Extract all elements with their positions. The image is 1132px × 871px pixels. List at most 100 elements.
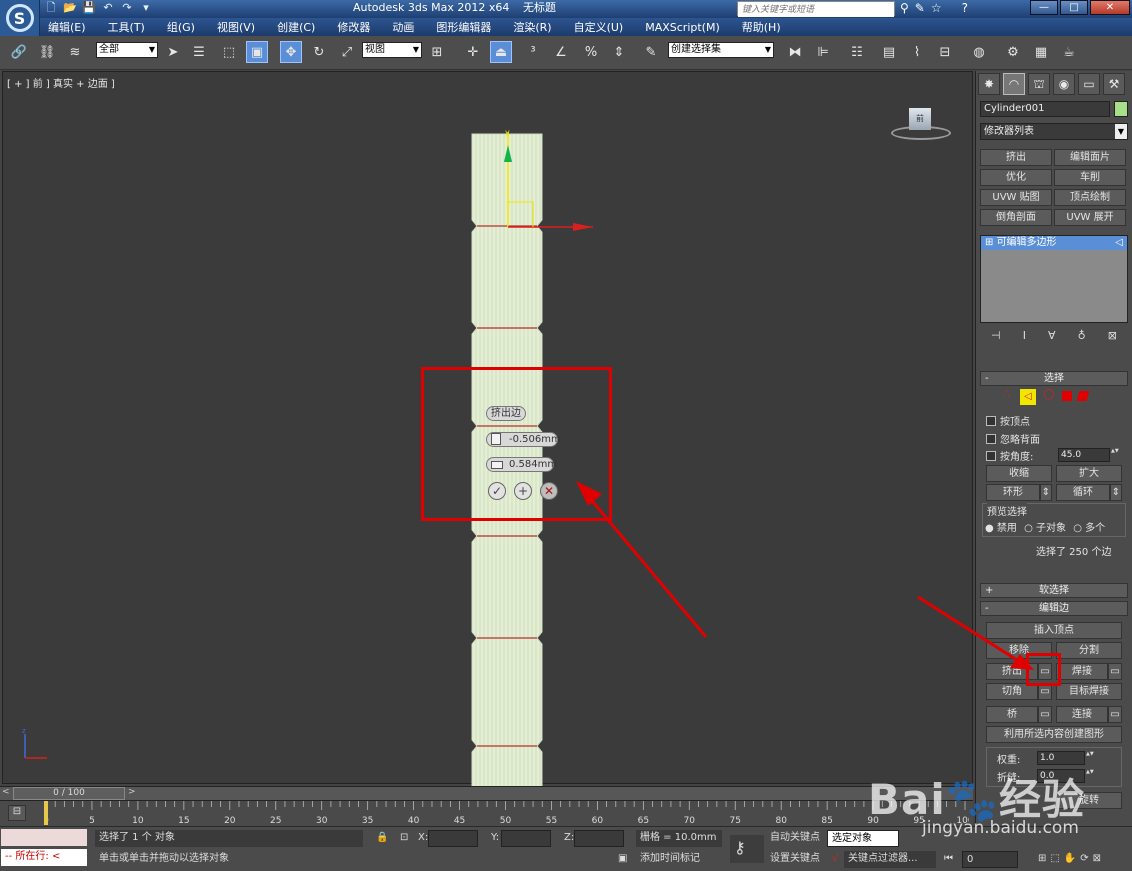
front-viewport[interactable]: [ + ] 前 ] 真实 + 边面 ] 前 y 挤出边 -0.506mm 0.5… (2, 71, 973, 792)
pin-stack-icon[interactable]: ⊣ (991, 329, 1001, 347)
menu-tools[interactable]: 工具(T) (108, 19, 145, 35)
keyboard-shortcut-icon[interactable]: ⏏ (490, 41, 512, 63)
menu-create[interactable]: 创建(C) (277, 19, 315, 35)
percent-snap-icon[interactable]: % (580, 41, 602, 63)
help-search-box[interactable] (737, 1, 895, 17)
track-bar[interactable]: ⊟ 05101520253035404550556065707580859095… (0, 800, 973, 826)
menu-rendering[interactable]: 渲染(R) (513, 19, 551, 35)
weld-settings-button[interactable]: ▭ (1108, 663, 1122, 680)
mirror-icon[interactable]: ⧓ (784, 41, 806, 63)
open-file-icon[interactable]: 📂 (63, 1, 77, 15)
z-coord-field[interactable] (574, 830, 624, 847)
ring-spinner[interactable]: ⇕ (1040, 484, 1052, 501)
preview-subobject-radio[interactable]: ○ 子对象 (1024, 523, 1066, 534)
stack-item-editable-poly[interactable]: ⊞ 可编辑多边形 ◁ (981, 236, 1127, 250)
configure-sets-icon[interactable]: ⊠ (1108, 329, 1117, 347)
redo-icon[interactable]: ↷ (120, 1, 134, 15)
scale-icon[interactable]: ⤢ (336, 41, 358, 63)
render-setup-icon[interactable]: ⚙ (1002, 41, 1024, 63)
loop-button[interactable]: 循环 (1056, 484, 1110, 501)
by-vertex-checkbox[interactable]: 按顶点 (986, 413, 1030, 428)
star-icon[interactable]: ☆ (931, 0, 942, 17)
current-frame-field[interactable]: 0 (962, 851, 1018, 868)
x-coord-field[interactable] (428, 830, 478, 847)
binoculars-icon[interactable]: ⚲ (900, 0, 909, 17)
time-slider-thumb[interactable]: 0 / 100 (13, 787, 125, 800)
select-object-icon[interactable]: ➤ (162, 41, 184, 63)
snap-3-icon[interactable]: ³ (522, 41, 544, 63)
quick-uvw-unwrap-button[interactable]: UVW 展开 (1054, 209, 1126, 226)
menu-group[interactable]: 组(G) (167, 19, 195, 35)
y-axis-arrow[interactable] (504, 145, 512, 162)
time-next-icon[interactable]: > (128, 787, 136, 797)
edit-named-selection-icon[interactable]: ✎ (640, 41, 662, 63)
split-button[interactable]: 分割 (1056, 642, 1122, 659)
viewcube-face[interactable]: 前 (909, 108, 931, 130)
running-line[interactable]: -- 所在行: < (1, 849, 87, 866)
create-shape-button[interactable]: 利用所选内容创建图形 (986, 726, 1122, 743)
close-button[interactable]: ✕ (1090, 0, 1130, 15)
target-weld-button[interactable]: 目标焊接 (1056, 683, 1122, 700)
menu-graph-editors[interactable]: 图形编辑器 (436, 19, 491, 35)
select-by-name-icon[interactable]: ☰ (188, 41, 210, 63)
quick-optimize-button[interactable]: 优化 (980, 169, 1052, 186)
preview-multi-radio[interactable]: ○ 多个 (1073, 523, 1105, 534)
bridge-button[interactable]: 桥 (986, 706, 1038, 723)
layer-manager-icon[interactable]: ☷ (846, 41, 868, 63)
quick-vertex-paint-button[interactable]: 顶点绘制 (1054, 189, 1126, 206)
weight-spinner[interactable]: 1.0 (1037, 751, 1094, 765)
weld-button[interactable]: 焊接 (1056, 663, 1108, 680)
hierarchy-tab-icon[interactable]: ⛫ (1028, 73, 1050, 95)
maxscript-listener[interactable] (1, 829, 87, 846)
viewport-label[interactable]: [ + ] 前 ] 真实 + 边面 ] (7, 75, 115, 90)
unlink-icon[interactable]: ⛓ (36, 41, 58, 63)
align-icon[interactable]: ⊫ (812, 41, 834, 63)
key-filters-button[interactable]: 关键点过滤器... (844, 851, 936, 868)
ring-button[interactable]: 环形 (986, 484, 1040, 501)
menu-help[interactable]: 帮助(H) (742, 19, 781, 35)
lock-selection-icon[interactable]: 🔒 (372, 830, 390, 847)
modifier-stack[interactable]: ⊞ 可编辑多边形 ◁ (980, 235, 1128, 323)
window-crossing-icon[interactable]: ▣ (246, 41, 268, 63)
render-icon[interactable]: ☕ (1058, 41, 1080, 63)
rect-selection-icon[interactable]: ⬚ (218, 41, 240, 63)
bind-space-warp-icon[interactable]: ≋ (64, 41, 86, 63)
viewport-nav-icons[interactable]: ⊞⬚✋⟳⊠ (1034, 851, 1132, 868)
insert-vertex-button[interactable]: 插入顶点 (986, 622, 1122, 639)
save-icon[interactable]: 💾 (82, 1, 96, 15)
quick-bevel-profile-button[interactable]: 倒角剖面 (980, 209, 1052, 226)
goto-start-icon[interactable]: ⏮ (940, 851, 960, 868)
time-slider[interactable]: < 0 / 100 > (0, 786, 973, 800)
by-angle-checkbox[interactable]: 按角度: (986, 448, 1033, 463)
auto-key-button[interactable]: 自动关键点 (766, 830, 826, 847)
render-frame-icon[interactable]: ▦ (1030, 41, 1052, 63)
display-tab-icon[interactable]: ▭ (1078, 73, 1100, 95)
current-frame-marker[interactable] (44, 801, 48, 825)
rotate-icon[interactable]: ↻ (308, 41, 330, 63)
angle-snap-icon[interactable]: ∠ (550, 41, 572, 63)
polygon-level-icon[interactable] (1062, 391, 1072, 401)
app-logo[interactable]: S (0, 0, 40, 36)
selection-filter-dropdown[interactable]: 全部 (96, 42, 158, 58)
border-level-icon[interactable]: ◯ (1042, 389, 1056, 403)
named-selection-dropdown[interactable]: 创建选择集 (668, 42, 774, 58)
undo-icon[interactable]: ↶ (101, 1, 115, 15)
ignore-backfacing-checkbox[interactable]: 忽略背面 (986, 431, 1040, 446)
shrink-button[interactable]: 收缩 (986, 465, 1052, 482)
make-unique-icon[interactable]: ∀ (1048, 329, 1056, 347)
loop-spinner[interactable]: ⇕ (1110, 484, 1122, 501)
spinner-snap-icon[interactable]: ⇕ (608, 41, 630, 63)
angle-spinner[interactable]: 45.0 (1058, 448, 1119, 462)
menu-maxscript[interactable]: MAXScript(M) (645, 21, 720, 34)
dropdown-icon[interactable]: ▾ (139, 1, 153, 15)
absolute-mode-icon[interactable]: ⊡ (396, 830, 414, 847)
track-ruler[interactable]: 0510152025303540455055606570758085909510… (44, 801, 969, 827)
curve-editor-icon[interactable]: ⌇ (906, 41, 928, 63)
link-icon[interactable]: 🔗 (8, 41, 30, 63)
edge-level-icon[interactable]: ◁ (1020, 389, 1036, 405)
help-icon[interactable]: ? (962, 0, 968, 17)
element-level-icon[interactable] (1076, 391, 1090, 401)
menu-edit[interactable]: 编辑(E) (48, 19, 86, 35)
move-icon[interactable]: ✥ (280, 41, 302, 63)
menu-modifiers[interactable]: 修改器 (337, 19, 370, 35)
